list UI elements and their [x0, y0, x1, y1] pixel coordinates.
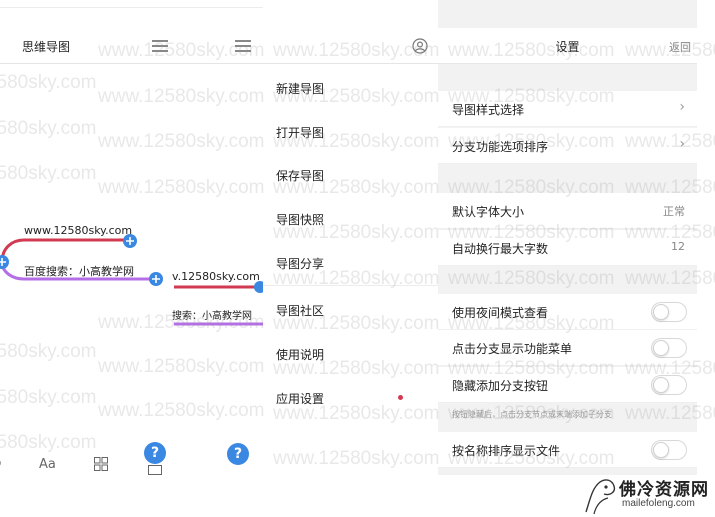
setting-hint: 按钮隐藏后，点击分支节点或末端添加子分支: [452, 410, 612, 419]
new-badge-dot: [398, 395, 403, 400]
menu-divider: [263, 285, 438, 286]
mindmap-canvas[interactable]: [0, 0, 263, 475]
menu-item-new-map[interactable]: 新建导图: [276, 80, 324, 97]
branch-line-red: [0, 238, 130, 263]
setting-label: 默认字体大小: [452, 205, 525, 219]
grid-icon[interactable]: [94, 457, 108, 471]
setting-night-mode: 使用夜间模式查看: [438, 294, 697, 330]
setting-label: 隐藏添加分支按钮: [452, 379, 549, 393]
sort-name-toggle[interactable]: [651, 440, 687, 460]
font-icon[interactable]: Aa: [39, 457, 56, 472]
menu-item-share[interactable]: 导图分享: [276, 255, 324, 272]
branch-node[interactable]: 搜索：小高教学网: [172, 307, 252, 322]
menu-item-snapshot[interactable]: 导图快照: [276, 211, 324, 228]
menu-item-community[interactable]: 导图社区: [276, 302, 324, 319]
menu-item-settings[interactable]: 应用设置: [276, 390, 324, 407]
setting-hide-add-button: 隐藏添加分支按钮: [438, 367, 697, 403]
setting-wrap-chars[interactable]: 自动换行最大字数 12: [438, 230, 697, 266]
menu-item-open-map[interactable]: 打开导图: [276, 124, 324, 141]
setting-label: 使用夜间模式查看: [452, 306, 549, 320]
undo-icon[interactable]: [0, 457, 4, 469]
settings-screen: 设置 返回 导图样式选择 › 分支功能选项排序 › 默认字体大小 正常 自动换行…: [438, 0, 697, 475]
chevron-right-icon: ›: [679, 99, 685, 115]
setting-font-size[interactable]: 默认字体大小 正常: [438, 193, 697, 229]
back-button[interactable]: 返回: [669, 39, 691, 55]
user-icon[interactable]: [412, 38, 428, 54]
root-node-handle[interactable]: [0, 255, 9, 269]
mindmap-fragment: v.12580sky.com 搜索：小高教学网: [172, 270, 263, 330]
setting-value: 12: [671, 240, 685, 253]
help-icon[interactable]: ?: [227, 443, 249, 465]
menu-screen: 新建导图 打开导图 保存导图 导图快照 导图分享 导图社区 使用说明 应用设置: [263, 0, 438, 475]
help-icon[interactable]: ?: [144, 442, 166, 464]
settings-header: 设置 返回: [438, 28, 697, 64]
branch-menu-toggle[interactable]: [651, 338, 687, 358]
branch-node[interactable]: 百度搜索：小高教学网: [24, 263, 134, 279]
add-branch-icon[interactable]: [149, 272, 163, 286]
page-title: 设置: [555, 40, 580, 54]
setting-label: 自动换行最大字数: [452, 242, 549, 256]
menu-item-help[interactable]: 使用说明: [276, 346, 324, 363]
bottom-toolbar: Aa ?: [0, 440, 263, 475]
logo-domain: mailefoleng.com: [622, 498, 695, 509]
setting-label: 按名称排序显示文件: [452, 444, 561, 458]
setting-branch-menu: 点击分支显示功能菜单: [438, 330, 697, 366]
chevron-right-icon: ›: [679, 136, 685, 152]
setting-sort-by-name: 按名称排序显示文件: [438, 432, 697, 468]
setting-branch-sort[interactable]: 分支功能选项排序 ›: [438, 128, 697, 164]
side-menu: 新建导图 打开导图 保存导图 导图快照 导图分享 导图社区 使用说明 应用设置: [263, 0, 438, 475]
hide-add-toggle[interactable]: [651, 375, 687, 395]
setting-value: 正常: [663, 205, 685, 218]
setting-label: 导图样式选择: [452, 103, 525, 117]
branch-node[interactable]: v.12580sky.com: [172, 270, 260, 283]
setting-label: 分支功能选项排序: [452, 140, 549, 154]
logo-text: 佛冷资源网: [619, 480, 709, 500]
night-mode-toggle[interactable]: [651, 302, 687, 322]
image-icon[interactable]: [148, 465, 162, 475]
menu-item-save-map[interactable]: 保存导图: [276, 167, 324, 184]
buddha-logo-icon: [585, 479, 616, 515]
site-logo: 佛冷资源网 mailefoleng.com: [582, 470, 715, 517]
menu-header: [263, 28, 438, 64]
branch-node[interactable]: www.12580sky.com: [24, 224, 132, 237]
setting-label: 点击分支显示功能菜单: [452, 342, 573, 356]
setting-map-style[interactable]: 导图样式选择 ›: [438, 91, 697, 127]
mindmap-screen: 思维导图 www.12580sky.com 百度搜索：小高教学网 Aa ?: [0, 0, 263, 475]
